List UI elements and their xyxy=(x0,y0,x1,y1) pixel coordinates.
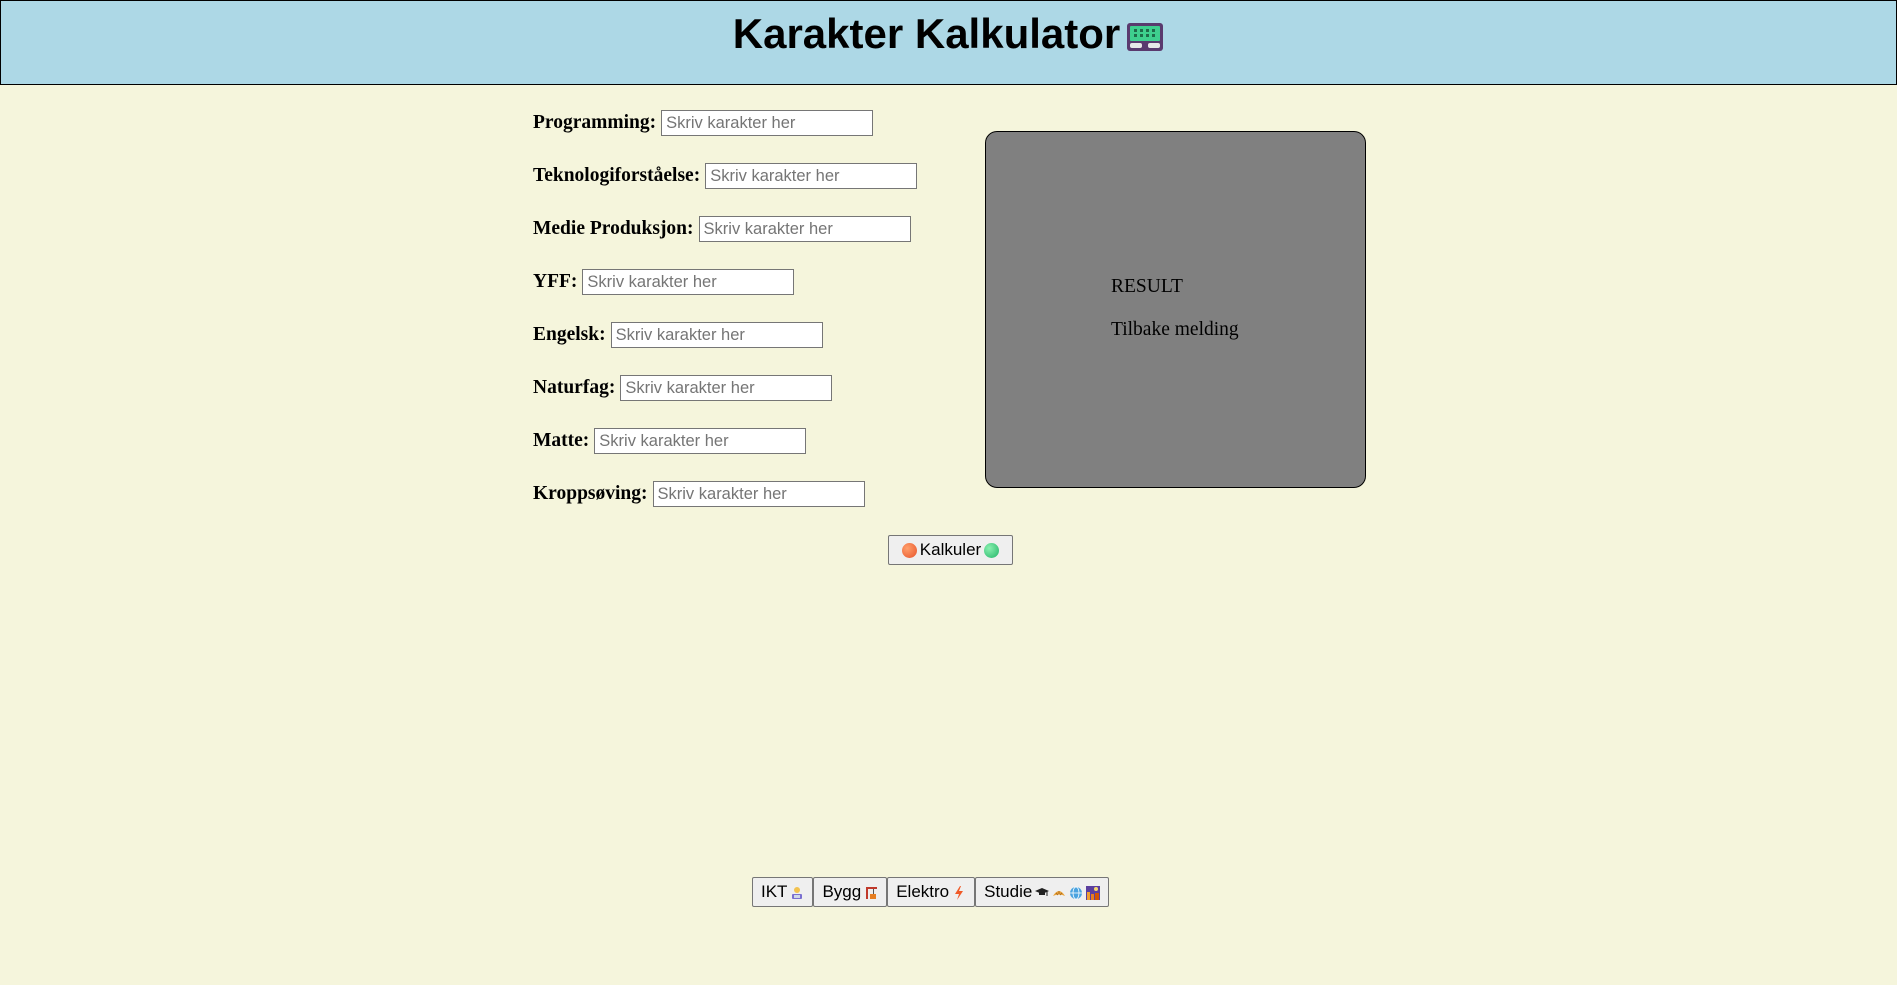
label-programming: Programming: xyxy=(533,112,657,133)
label-engelsk: Engelsk: xyxy=(533,324,606,345)
input-yff[interactable] xyxy=(582,269,795,295)
field-row-medie-produksjon: Medie Produksjon: xyxy=(533,216,917,269)
field-row-kroppsoving: Kroppsøving: xyxy=(533,481,917,534)
field-row-programming: Programming: xyxy=(533,110,917,163)
field-row-teknologiforstaelse: Teknologiforståelse: xyxy=(533,163,918,216)
field-row-engelsk: Engelsk: xyxy=(533,322,917,375)
result-title: RESULT xyxy=(1111,276,1183,297)
calculate-button-label: Kalkuler xyxy=(919,540,982,559)
input-teknologiforstaelse[interactable] xyxy=(705,163,918,189)
input-engelsk[interactable] xyxy=(610,322,823,348)
input-kroppsoving[interactable] xyxy=(652,481,865,507)
croissant-icon xyxy=(1052,885,1066,899)
label-medie-produksjon: Medie Produksjon: xyxy=(533,218,694,239)
calculate-button[interactable]: Kalkuler xyxy=(888,535,1013,565)
field-row-naturfag: Naturfag: xyxy=(533,375,917,428)
construction-icon xyxy=(864,885,878,899)
field-row-yff: YFF: xyxy=(533,269,917,322)
nav-button-bygg[interactable]: Bygg xyxy=(813,877,888,907)
label-matte: Matte: xyxy=(533,430,590,451)
graduation-cap-icon xyxy=(1035,885,1050,899)
input-matte[interactable] xyxy=(594,428,807,454)
label-naturfag: Naturfag: xyxy=(533,377,616,398)
input-naturfag[interactable] xyxy=(620,375,833,401)
grade-form: Programming: Teknologiforståelse: Medie … xyxy=(533,110,918,534)
technologist-icon xyxy=(790,885,804,899)
result-panel: RESULT Tilbake melding xyxy=(985,131,1366,488)
nav-label-bygg: Bygg xyxy=(822,882,862,901)
nav-label-studie: Studie xyxy=(984,882,1033,901)
page-title-text: Karakter Kalkulator xyxy=(732,10,1121,57)
field-row-matte: Matte: xyxy=(533,428,917,481)
label-yff: YFF: xyxy=(533,271,578,292)
green-circle-icon xyxy=(984,542,1000,558)
nav-button-elektro[interactable]: Elektro xyxy=(887,877,976,907)
label-kroppsoving: Kroppsøving: xyxy=(533,483,648,504)
nav-button-ikt[interactable]: IKT xyxy=(752,877,814,907)
nav-label-elektro: Elektro xyxy=(896,882,950,901)
page-header: Karakter Kalkulator xyxy=(0,0,1897,85)
program-nav: IKT Bygg Elektro Studie xyxy=(752,877,1110,907)
orange-circle-icon xyxy=(901,542,917,558)
lightning-icon xyxy=(952,885,966,900)
input-programming[interactable] xyxy=(661,110,874,136)
nav-button-studie[interactable]: Studie xyxy=(975,877,1110,907)
globe-icon xyxy=(1069,885,1083,900)
page-title: Karakter Kalkulator xyxy=(1,9,1896,63)
night-city-icon xyxy=(1086,885,1101,900)
calculator-icon xyxy=(1126,13,1164,63)
result-message: Tilbake melding xyxy=(1111,319,1239,340)
nav-label-ikt: IKT xyxy=(761,882,788,901)
label-teknologiforstaelse: Teknologiforståelse: xyxy=(533,165,701,186)
input-medie-produksjon[interactable] xyxy=(698,216,911,242)
